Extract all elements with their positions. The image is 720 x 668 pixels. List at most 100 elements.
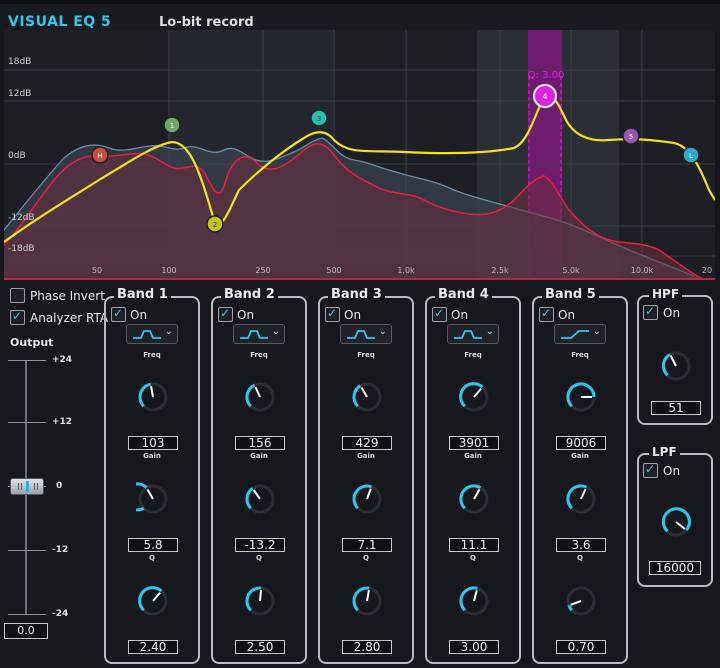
high-shelf-filter-icon xyxy=(561,330,589,339)
fader-tick xyxy=(8,550,46,551)
hpf-value-field[interactable]: 51 xyxy=(651,401,701,415)
q-label: Q xyxy=(363,554,369,562)
band-on-checkbox[interactable] xyxy=(325,306,340,322)
freq-knob[interactable] xyxy=(243,380,277,414)
freq-value-field[interactable]: 156 xyxy=(235,436,285,450)
freq-label: 10.0k xyxy=(631,266,654,275)
gain-label: Gain xyxy=(357,452,375,460)
node-band-5[interactable]: 5 xyxy=(622,127,640,145)
filter-shape-dropdown[interactable]: ⌄ xyxy=(340,324,392,344)
db-label-18: 18dB xyxy=(8,57,31,67)
q-readout: Q: 3.00 xyxy=(528,70,565,81)
q-value-field[interactable]: 2.50 xyxy=(235,640,285,654)
lpf-knob[interactable] xyxy=(659,505,693,539)
freq-knob[interactable] xyxy=(350,380,384,414)
band-on-checkbox[interactable] xyxy=(539,306,554,322)
svg-text:4: 4 xyxy=(542,92,547,101)
freq-value-field[interactable]: 9006 xyxy=(556,436,606,450)
band-on-checkbox[interactable] xyxy=(218,306,233,322)
hpf-on-checkbox[interactable] xyxy=(643,304,658,320)
gain-knob[interactable] xyxy=(457,482,491,516)
band-on-label: On xyxy=(451,307,469,322)
node-band-4[interactable]: 4 xyxy=(533,84,557,108)
freq-value-field[interactable]: 3901 xyxy=(449,436,499,450)
node-hpf[interactable]: H xyxy=(91,146,109,164)
q-knob[interactable] xyxy=(564,584,598,618)
freq-label: Freq xyxy=(571,351,589,359)
chevron-down-icon: ⌄ xyxy=(485,326,494,337)
node-band-2[interactable]: 2 xyxy=(206,215,224,233)
node-band-1[interactable]: 1 xyxy=(163,116,181,134)
gain-knob[interactable] xyxy=(136,482,170,516)
db-label-0: 0dB xyxy=(8,151,26,161)
freq-value-field[interactable]: 103 xyxy=(128,436,178,450)
filter-shape-dropdown[interactable]: ⌄ xyxy=(233,324,285,344)
output-fader-handle[interactable] xyxy=(10,478,44,495)
fader-scale-label: -12 xyxy=(52,545,69,555)
eq-graph[interactable]: 18dB 12dB 0dB -12dB -18dB 50 100 250 500… xyxy=(4,30,715,280)
q-knob[interactable] xyxy=(136,584,170,618)
hpf-on-toggle[interactable]: On xyxy=(643,304,680,320)
gain-value-field[interactable]: 3.6 xyxy=(556,538,606,552)
lpf-panel: LPF On 16000 xyxy=(637,445,713,587)
q-value-field[interactable]: 0.70 xyxy=(556,640,606,654)
gain-label: Gain xyxy=(250,452,268,460)
freq-label: 500 xyxy=(326,266,341,275)
freq-knob[interactable] xyxy=(564,380,598,414)
preset-name[interactable]: Lo-bit record xyxy=(159,15,254,30)
gain-value-field[interactable]: 11.1 xyxy=(449,538,499,552)
freq-value-field[interactable]: 429 xyxy=(342,436,392,450)
hpf-title: HPF xyxy=(649,287,683,301)
output-value-field[interactable]: 0.0 xyxy=(4,623,48,639)
filter-shape-dropdown[interactable]: ⌄ xyxy=(126,324,178,344)
freq-label: Freq xyxy=(357,351,375,359)
band-on-toggle[interactable]: On xyxy=(218,306,254,322)
output-label: Output xyxy=(10,336,54,349)
node-lpf[interactable]: L xyxy=(682,146,700,164)
q-value-field[interactable]: 2.80 xyxy=(342,640,392,654)
phase-invert-option[interactable]: Phase Invert xyxy=(10,288,105,303)
chevron-down-icon: ⌄ xyxy=(378,326,387,337)
db-label-minus18: -18dB xyxy=(8,244,35,254)
q-knob[interactable] xyxy=(243,584,277,618)
q-knob[interactable] xyxy=(457,584,491,618)
band-on-toggle[interactable]: On xyxy=(432,306,469,322)
band-on-toggle[interactable]: On xyxy=(111,306,148,322)
freq-knob[interactable] xyxy=(136,380,170,414)
gain-value-field[interactable]: 7.1 xyxy=(342,538,392,552)
fader-scale-label: 0 xyxy=(56,481,63,491)
analyzer-rta-checkbox[interactable] xyxy=(10,309,25,325)
eq-graph-canvas: 18dB 12dB 0dB -12dB -18dB 50 100 250 500… xyxy=(4,30,715,278)
q-knob[interactable] xyxy=(350,584,384,618)
lpf-on-checkbox[interactable] xyxy=(643,462,658,478)
band-panel-1: Band 1 On ⌄ Freq 103 Gain 5.8 Q 2.40 xyxy=(104,287,200,664)
gain-knob[interactable] xyxy=(243,482,277,516)
node-band-3[interactable]: 3 xyxy=(310,109,328,127)
gain-knob[interactable] xyxy=(564,482,598,516)
svg-text:L: L xyxy=(689,152,693,160)
analyzer-rta-option[interactable]: Analyzer RTA xyxy=(10,309,108,325)
svg-text:3: 3 xyxy=(317,115,321,123)
freq-knob[interactable] xyxy=(457,380,491,414)
app-title: VISUAL EQ 5 xyxy=(8,14,112,30)
q-value-field[interactable]: 3.00 xyxy=(449,640,499,654)
band-on-toggle[interactable]: On xyxy=(539,306,575,322)
filter-shape-dropdown[interactable]: ⌄ xyxy=(554,324,606,344)
svg-text:5: 5 xyxy=(629,133,633,141)
gain-value-field[interactable]: -13.2 xyxy=(235,538,285,552)
freq-label: Freq xyxy=(250,351,268,359)
gain-knob[interactable] xyxy=(350,482,384,516)
band-on-toggle[interactable]: On xyxy=(325,306,361,322)
hpf-knob[interactable] xyxy=(659,349,693,383)
lpf-value-field[interactable]: 16000 xyxy=(649,561,701,575)
band-on-checkbox[interactable] xyxy=(432,306,447,322)
lpf-on-toggle[interactable]: On xyxy=(643,462,680,478)
gain-value-field[interactable]: 5.8 xyxy=(128,538,178,552)
filter-shape-dropdown[interactable]: ⌄ xyxy=(447,324,499,344)
q-value-field[interactable]: 2.40 xyxy=(128,640,178,654)
band-on-label: On xyxy=(130,307,148,322)
bell-filter-icon xyxy=(454,330,482,339)
phase-invert-checkbox[interactable] xyxy=(10,288,25,303)
band-on-checkbox[interactable] xyxy=(111,306,126,322)
db-label-minus12: -12dB xyxy=(8,213,35,223)
